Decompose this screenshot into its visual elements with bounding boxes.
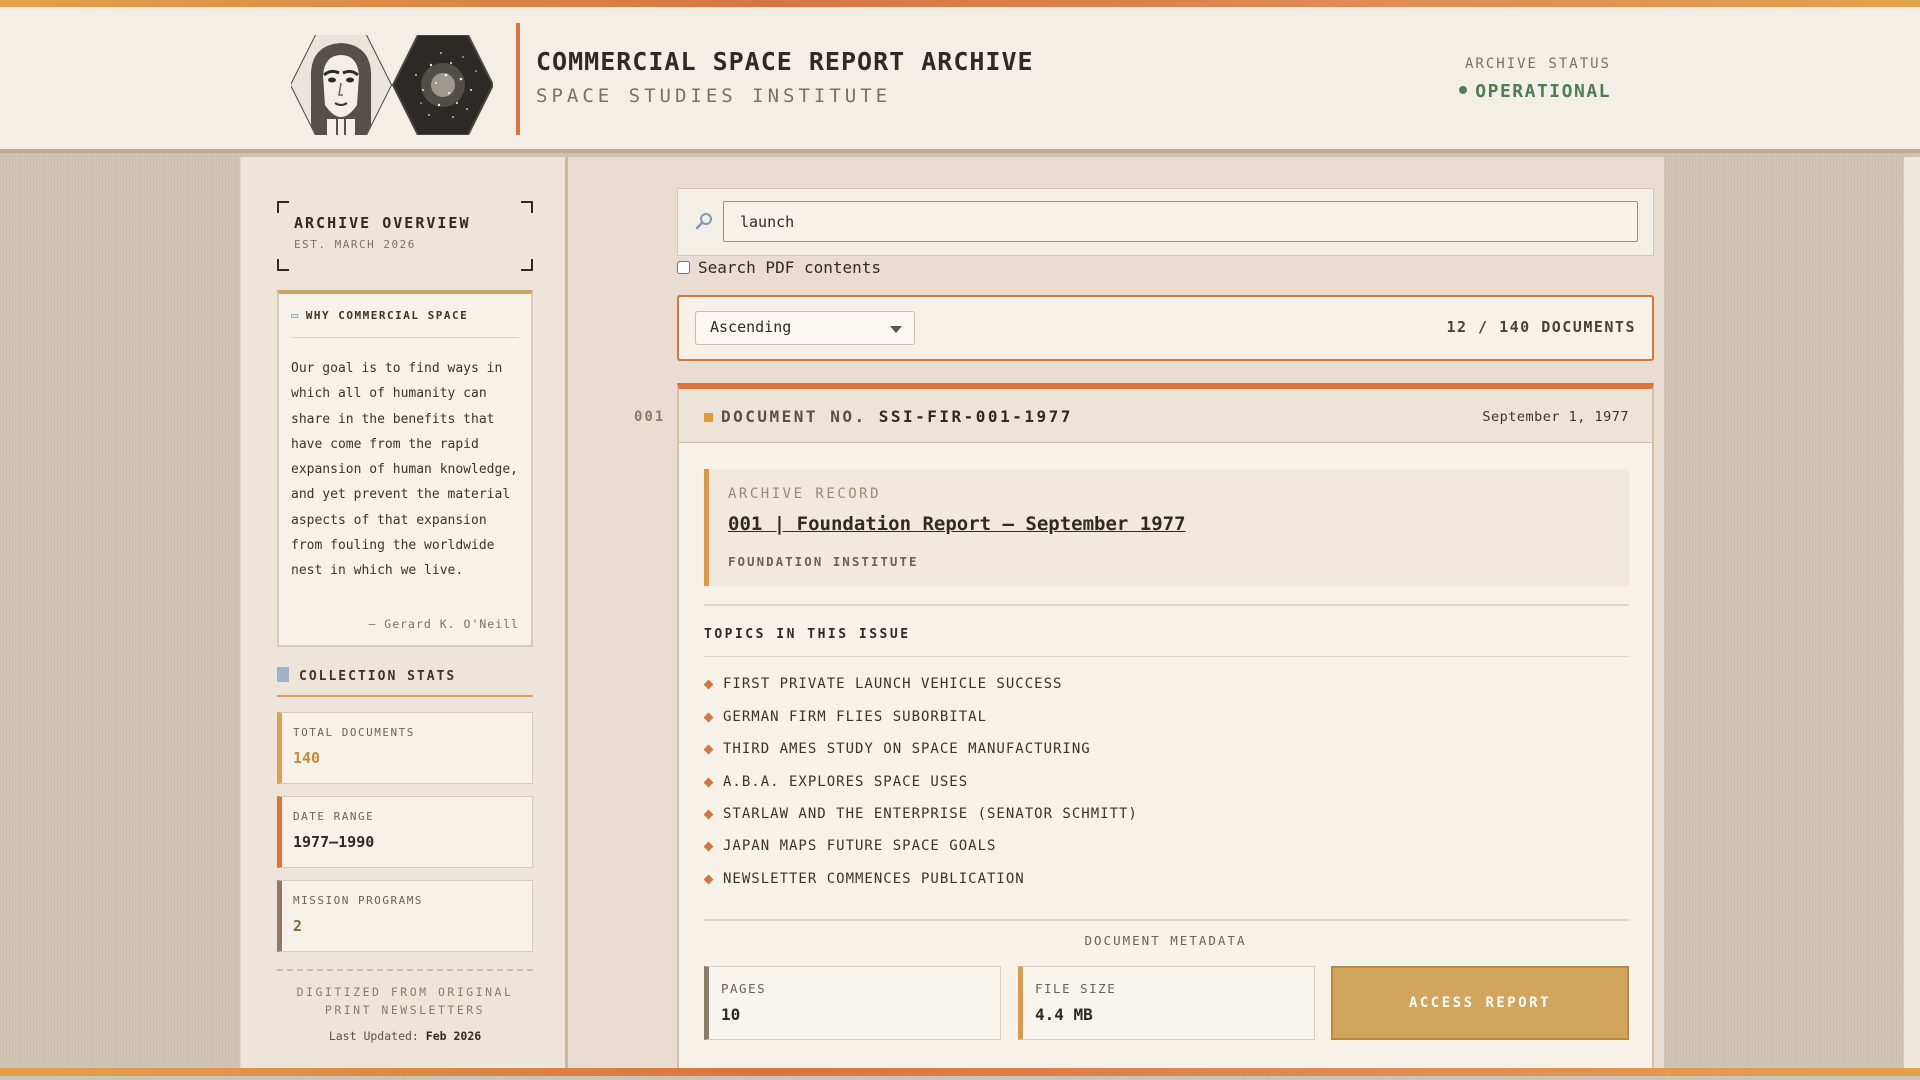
archive-record: ARCHIVE RECORD 001 | Foundation Report —…	[704, 469, 1629, 586]
topic-text: STARLAW AND THE ENTERPRISE (SENATOR SCHM…	[723, 806, 1138, 822]
overview-title: ARCHIVE OVERVIEW	[294, 214, 471, 232]
sort-bar: Ascending 12 / 140 DOCUMENTS	[677, 295, 1654, 361]
document-index: 001	[634, 409, 666, 425]
last-updated: Last Updated: Feb 2026	[277, 1029, 533, 1043]
sidebar: ARCHIVE OVERVIEW EST. MARCH 2026 ▭ WHY CO…	[240, 157, 568, 1068]
sort-order-select[interactable]: Ascending	[695, 311, 915, 345]
search-pdf-option: Search PDF contents	[677, 258, 881, 277]
record-label: ARCHIVE RECORD	[728, 486, 882, 502]
record-organization: FOUNDATION INSTITUTE	[728, 554, 919, 569]
site-header: COMMERCIAL SPACE REPORT ARCHIVE SPACE ST…	[0, 7, 1920, 153]
metadata-heading: DOCUMENT METADATA	[1084, 933, 1247, 948]
pages-value: 10	[721, 1005, 741, 1024]
bottom-accent-bar	[0, 1068, 1920, 1076]
topics-heading: TOPICS IN THIS ISSUE	[704, 627, 911, 642]
pages-metadata: PAGES 10	[704, 966, 1001, 1040]
search-panel	[677, 188, 1654, 256]
stats-heading-text: COLLECTION STATS	[299, 669, 457, 684]
stat-total-documents: TOTAL DOCUMENTS 140	[277, 712, 533, 784]
archive-status-label: ARCHIVE STATUS	[1464, 56, 1611, 72]
quote-text: Our goal is to find ways in which all of…	[291, 361, 518, 579]
quote-author: — Gerard K. O'Neill	[368, 617, 519, 631]
document-header: DOCUMENT NO. SSI-FIR-001-1977 September …	[679, 389, 1652, 443]
access-report-button[interactable]: ACCESS REPORT	[1331, 966, 1629, 1040]
page-edge	[1903, 157, 1920, 1068]
diamond-bullet-icon	[703, 712, 714, 722]
corner-bracket	[521, 259, 533, 271]
stat-label: TOTAL DOCUMENTS	[293, 726, 415, 739]
search-pdf-label: Search PDF contents	[698, 258, 882, 277]
book-icon: ▭	[291, 308, 300, 322]
stat-value: 2	[293, 917, 303, 935]
topic-text: GERMAN FIRM FLIES SUBORBITAL	[723, 709, 988, 725]
diamond-bullet-icon	[703, 744, 714, 754]
topic-item: A.B.A. EXPLORES SPACE USES	[703, 774, 969, 790]
diamond-bullet-icon	[703, 874, 714, 884]
sort-order-value: Ascending	[710, 318, 792, 336]
search-pdf-checkbox[interactable]	[677, 261, 690, 274]
digitized-note: DIGITIZED FROM ORIGINAL PRINT NEWSLETTER…	[296, 985, 514, 1017]
document-date: September 1, 1977	[1482, 409, 1629, 425]
topic-item: JAPAN MAPS FUTURE SPACE GOALS	[703, 838, 997, 854]
document-icon	[277, 667, 289, 682]
quote-card: ▭ WHY COMMERCIAL SPACE Our goal is to fin…	[277, 290, 533, 647]
topic-item: GERMAN FIRM FLIES SUBORBITAL	[703, 709, 988, 725]
corner-bracket	[277, 259, 289, 271]
record-title-link[interactable]: 001 | Foundation Report — September 1977	[728, 513, 1186, 535]
corner-bracket	[521, 201, 533, 213]
diamond-bullet-icon	[703, 679, 714, 689]
stat-value: 140	[293, 749, 321, 767]
divider	[704, 656, 1629, 657]
document-count: 12 / 140 DOCUMENTS	[1446, 318, 1636, 336]
page-subtitle: SPACE STUDIES INSTITUTE	[536, 85, 892, 107]
sidebar-divider	[277, 969, 533, 971]
topic-text: NEWSLETTER COMMENCES PUBLICATION	[723, 871, 1025, 887]
corner-bracket	[277, 201, 289, 213]
stat-mission-programs: MISSION PROGRAMS 2	[277, 880, 533, 952]
topic-item: STARLAW AND THE ENTERPRISE (SENATOR SCHM…	[703, 806, 1138, 822]
header-divider	[516, 23, 520, 135]
stat-label: DATE RANGE	[293, 810, 375, 823]
stat-value: 1977–1990	[293, 833, 375, 851]
search-icon	[695, 213, 712, 230]
document-card: DOCUMENT NO. SSI-FIR-001-1977 September …	[677, 383, 1654, 1073]
topic-text: A.B.A. EXPLORES SPACE USES	[723, 774, 969, 790]
top-accent-bar	[0, 0, 1920, 7]
status-dot-icon	[1459, 86, 1468, 94]
document-number-value: SSI-FIR-001-1977	[878, 407, 1073, 426]
topic-text: THIRD AMES STUDY ON SPACE MANUFACTURING	[723, 741, 1091, 757]
document-number-label: DOCUMENT NO.	[721, 407, 867, 426]
square-bullet-icon	[704, 413, 713, 422]
last-updated-value: Feb 2026	[425, 1029, 482, 1043]
diamond-bullet-icon	[703, 841, 714, 851]
status-text: OPERATIONAL	[1475, 81, 1611, 102]
document-number: DOCUMENT NO. SSI-FIR-001-1977	[721, 407, 1073, 426]
topic-item: FIRST PRIVATE LAUNCH VEHICLE SUCCESS	[703, 676, 1063, 692]
quote-heading-text: WHY COMMERCIAL SPACE	[305, 309, 469, 322]
page-title: COMMERCIAL SPACE REPORT ARCHIVE	[536, 47, 1034, 76]
search-input[interactable]	[723, 201, 1638, 242]
archive-overview: ARCHIVE OVERVIEW EST. MARCH 2026	[277, 201, 533, 271]
topic-item: THIRD AMES STUDY ON SPACE MANUFACTURING	[703, 741, 1091, 757]
chevron-down-icon	[890, 326, 902, 333]
divider	[704, 919, 1629, 921]
institute-logo-icon	[291, 35, 493, 135]
topic-item: NEWSLETTER COMMENCES PUBLICATION	[703, 871, 1025, 887]
diamond-bullet-icon	[703, 777, 714, 787]
diamond-bullet-icon	[703, 809, 714, 819]
file-size-value: 4.4 MB	[1035, 1005, 1093, 1024]
archive-status-value: OPERATIONAL	[1459, 81, 1611, 102]
file-size-label: FILE SIZE	[1035, 981, 1117, 996]
last-updated-label: Last Updated:	[328, 1029, 419, 1043]
topic-text: JAPAN MAPS FUTURE SPACE GOALS	[723, 838, 997, 854]
pages-label: PAGES	[721, 981, 767, 996]
collection-stats-heading: COLLECTION STATS	[277, 667, 533, 697]
divider	[704, 604, 1629, 606]
file-size-metadata: FILE SIZE 4.4 MB	[1018, 966, 1315, 1040]
stat-label: MISSION PROGRAMS	[293, 894, 423, 907]
topic-text: FIRST PRIVATE LAUNCH VEHICLE SUCCESS	[723, 676, 1063, 692]
stat-date-range: DATE RANGE 1977–1990	[277, 796, 533, 868]
overview-established: EST. MARCH 2026	[294, 238, 416, 251]
quote-heading: ▭ WHY COMMERCIAL SPACE	[291, 308, 519, 338]
